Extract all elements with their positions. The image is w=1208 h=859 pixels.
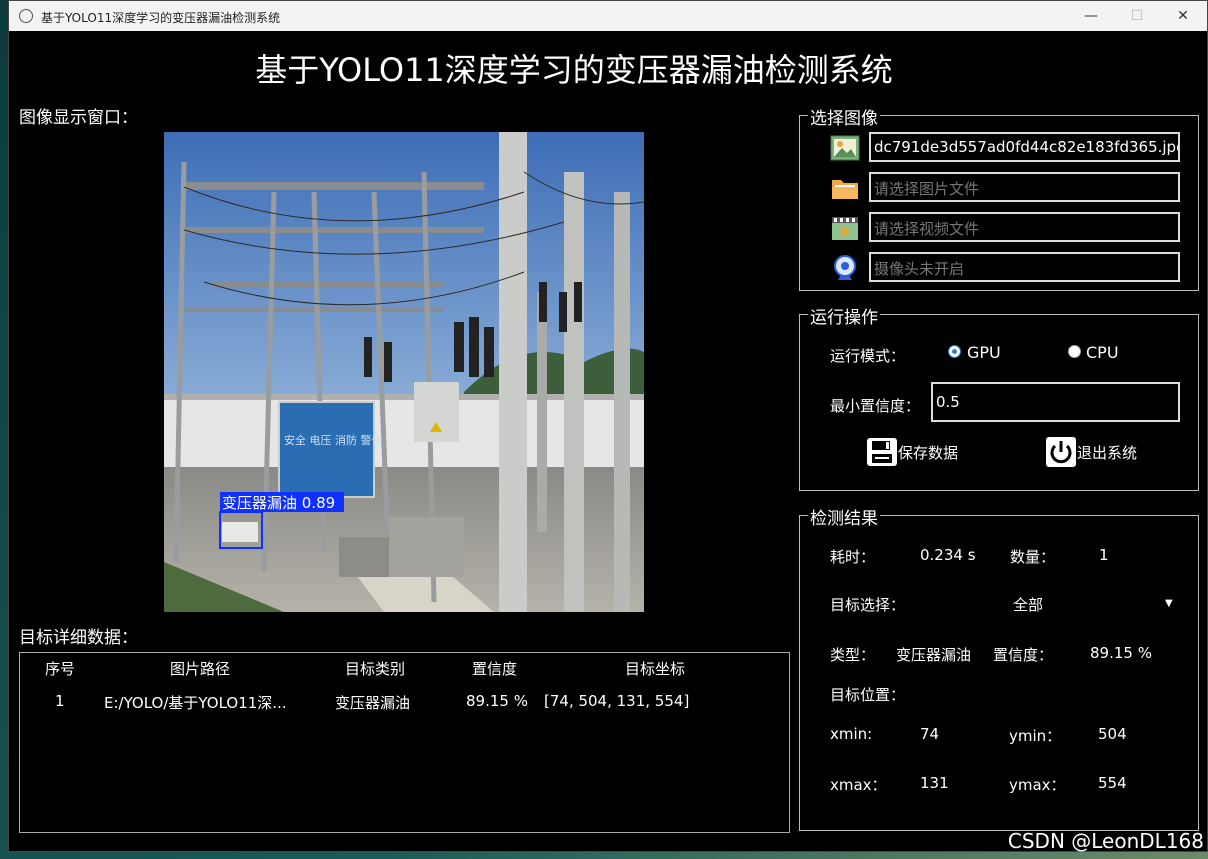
image-icon[interactable] <box>830 133 860 163</box>
ymax-value: 554 <box>1098 774 1127 792</box>
details-label: 目标详细数据： <box>19 628 138 648</box>
camera-icon[interactable] <box>830 253 860 283</box>
run-ops-group: 运行操作 运行模式： GPU CPU 最小置信度： 0.5 保存数据 退出系统 <box>799 303 1199 491</box>
image-path-field[interactable]: dc791de3d557ad0fd44c82e183fd365.jpg <box>869 132 1180 162</box>
count-value: 1 <box>1099 546 1109 564</box>
position-label: 目标位置： <box>830 686 906 704</box>
count-label: 数量： <box>1010 548 1056 566</box>
image-display: 安全 电压 消防 警告 变压器漏油 0.89 <box>164 132 644 612</box>
type-value: 变压器漏油 <box>896 646 972 664</box>
cell-index: 1 <box>55 692 65 710</box>
app-logo-icon <box>19 9 33 23</box>
image-window-label: 图像显示窗口： <box>19 108 138 128</box>
xmin-label: xmin: <box>830 725 873 743</box>
run-mode-label: 运行模式： <box>830 347 906 365</box>
target-select-dropdown[interactable]: 全部 <box>1013 594 1043 615</box>
ymax-label: ymax： <box>1009 776 1066 794</box>
confidence-value: 89.15 % <box>1090 644 1152 662</box>
cell-confidence: 89.15 % <box>466 692 528 710</box>
target-select-label: 目标选择： <box>830 596 906 614</box>
substation-photo: 安全 电压 消防 警告 变压器漏油 0.89 <box>164 132 644 612</box>
table-header-index[interactable]: 序号 <box>45 658 75 679</box>
table-header-confidence[interactable]: 置信度 <box>472 658 517 679</box>
save-icon <box>867 438 897 466</box>
exit-system-button[interactable]: 退出系统 <box>1045 437 1137 467</box>
save-data-label: 保存数据 <box>898 443 959 462</box>
exit-system-label: 退出系统 <box>1077 443 1138 462</box>
time-value: 0.234 s <box>920 546 976 564</box>
xmax-label: xmax： <box>830 776 887 794</box>
detection-label: 变压器漏油 0.89 <box>222 494 335 512</box>
table-header-class[interactable]: 目标类别 <box>345 658 405 679</box>
xmax-value: 131 <box>920 774 949 792</box>
run-ops-legend: 运行操作 <box>808 303 880 328</box>
title-bar: 基于YOLO11深度学习的变压器漏油检测系统 — ☐ ✕ <box>9 1 1207 31</box>
chevron-down-icon[interactable]: ▼ <box>1165 598 1173 609</box>
details-table[interactable]: 序号 图片路径 目标类别 置信度 目标坐标 1 E:/YOLO/基于YOLO11… <box>19 652 790 833</box>
window-title: 基于YOLO11深度学习的变压器漏油检测系统 <box>41 11 281 25</box>
cell-path: E:/YOLO/基于YOLO11深... <box>104 694 287 712</box>
app-title: 基于YOLO11深度学习的变压器漏油检测系统 <box>255 51 893 89</box>
camera-status-field[interactable]: 摄像头未开启 <box>869 252 1180 282</box>
time-label: 耗时： <box>830 548 876 566</box>
minimize-button[interactable]: — <box>1068 1 1114 31</box>
ymin-value: 504 <box>1098 725 1127 743</box>
table-header-path[interactable]: 图片路径 <box>170 658 230 679</box>
video-file-field[interactable]: 请选择视频文件 <box>869 212 1180 242</box>
results-legend: 检测结果 <box>808 504 880 529</box>
save-data-button[interactable]: 保存数据 <box>866 437 958 467</box>
app-window: 基于YOLO11深度学习的变压器漏油检测系统 — ☐ ✕ 基于YOLO11深度学… <box>8 0 1208 852</box>
image-file-field[interactable]: 请选择图片文件 <box>869 172 1180 202</box>
gpu-radio[interactable] <box>948 345 961 358</box>
cpu-radio[interactable] <box>1068 345 1081 358</box>
cpu-radio-label[interactable]: CPU <box>1086 343 1119 362</box>
ymin-label: ymin： <box>1009 727 1062 745</box>
min-confidence-input[interactable]: 0.5 <box>931 382 1180 422</box>
close-button[interactable]: ✕ <box>1160 1 1206 31</box>
video-icon[interactable] <box>830 213 860 243</box>
select-image-legend: 选择图像 <box>808 104 880 129</box>
results-group: 检测结果 耗时： 0.234 s 数量： 1 目标选择： 全部 ▼ 类型： 变压… <box>799 504 1199 831</box>
select-image-group: 选择图像 dc791de3d557ad0fd44c82e183fd365.jpg… <box>799 104 1199 291</box>
cell-coords: [74, 504, 131, 554] <box>544 692 690 710</box>
confidence-label: 置信度： <box>993 646 1054 664</box>
table-header-coords[interactable]: 目标坐标 <box>625 658 685 679</box>
min-confidence-label: 最小置信度： <box>830 397 921 415</box>
sign-text: 安全 电压 消防 警告 <box>284 433 383 447</box>
xmin-value: 74 <box>920 725 940 743</box>
gpu-radio-label[interactable]: GPU <box>967 343 1001 362</box>
folder-icon[interactable] <box>830 173 860 203</box>
watermark: CSDN @LeonDL168 <box>1007 829 1204 853</box>
power-icon <box>1046 437 1076 467</box>
maximize-button[interactable]: ☐ <box>1114 1 1160 31</box>
cell-class: 变压器漏油 <box>335 694 411 712</box>
type-label: 类型： <box>830 646 876 664</box>
